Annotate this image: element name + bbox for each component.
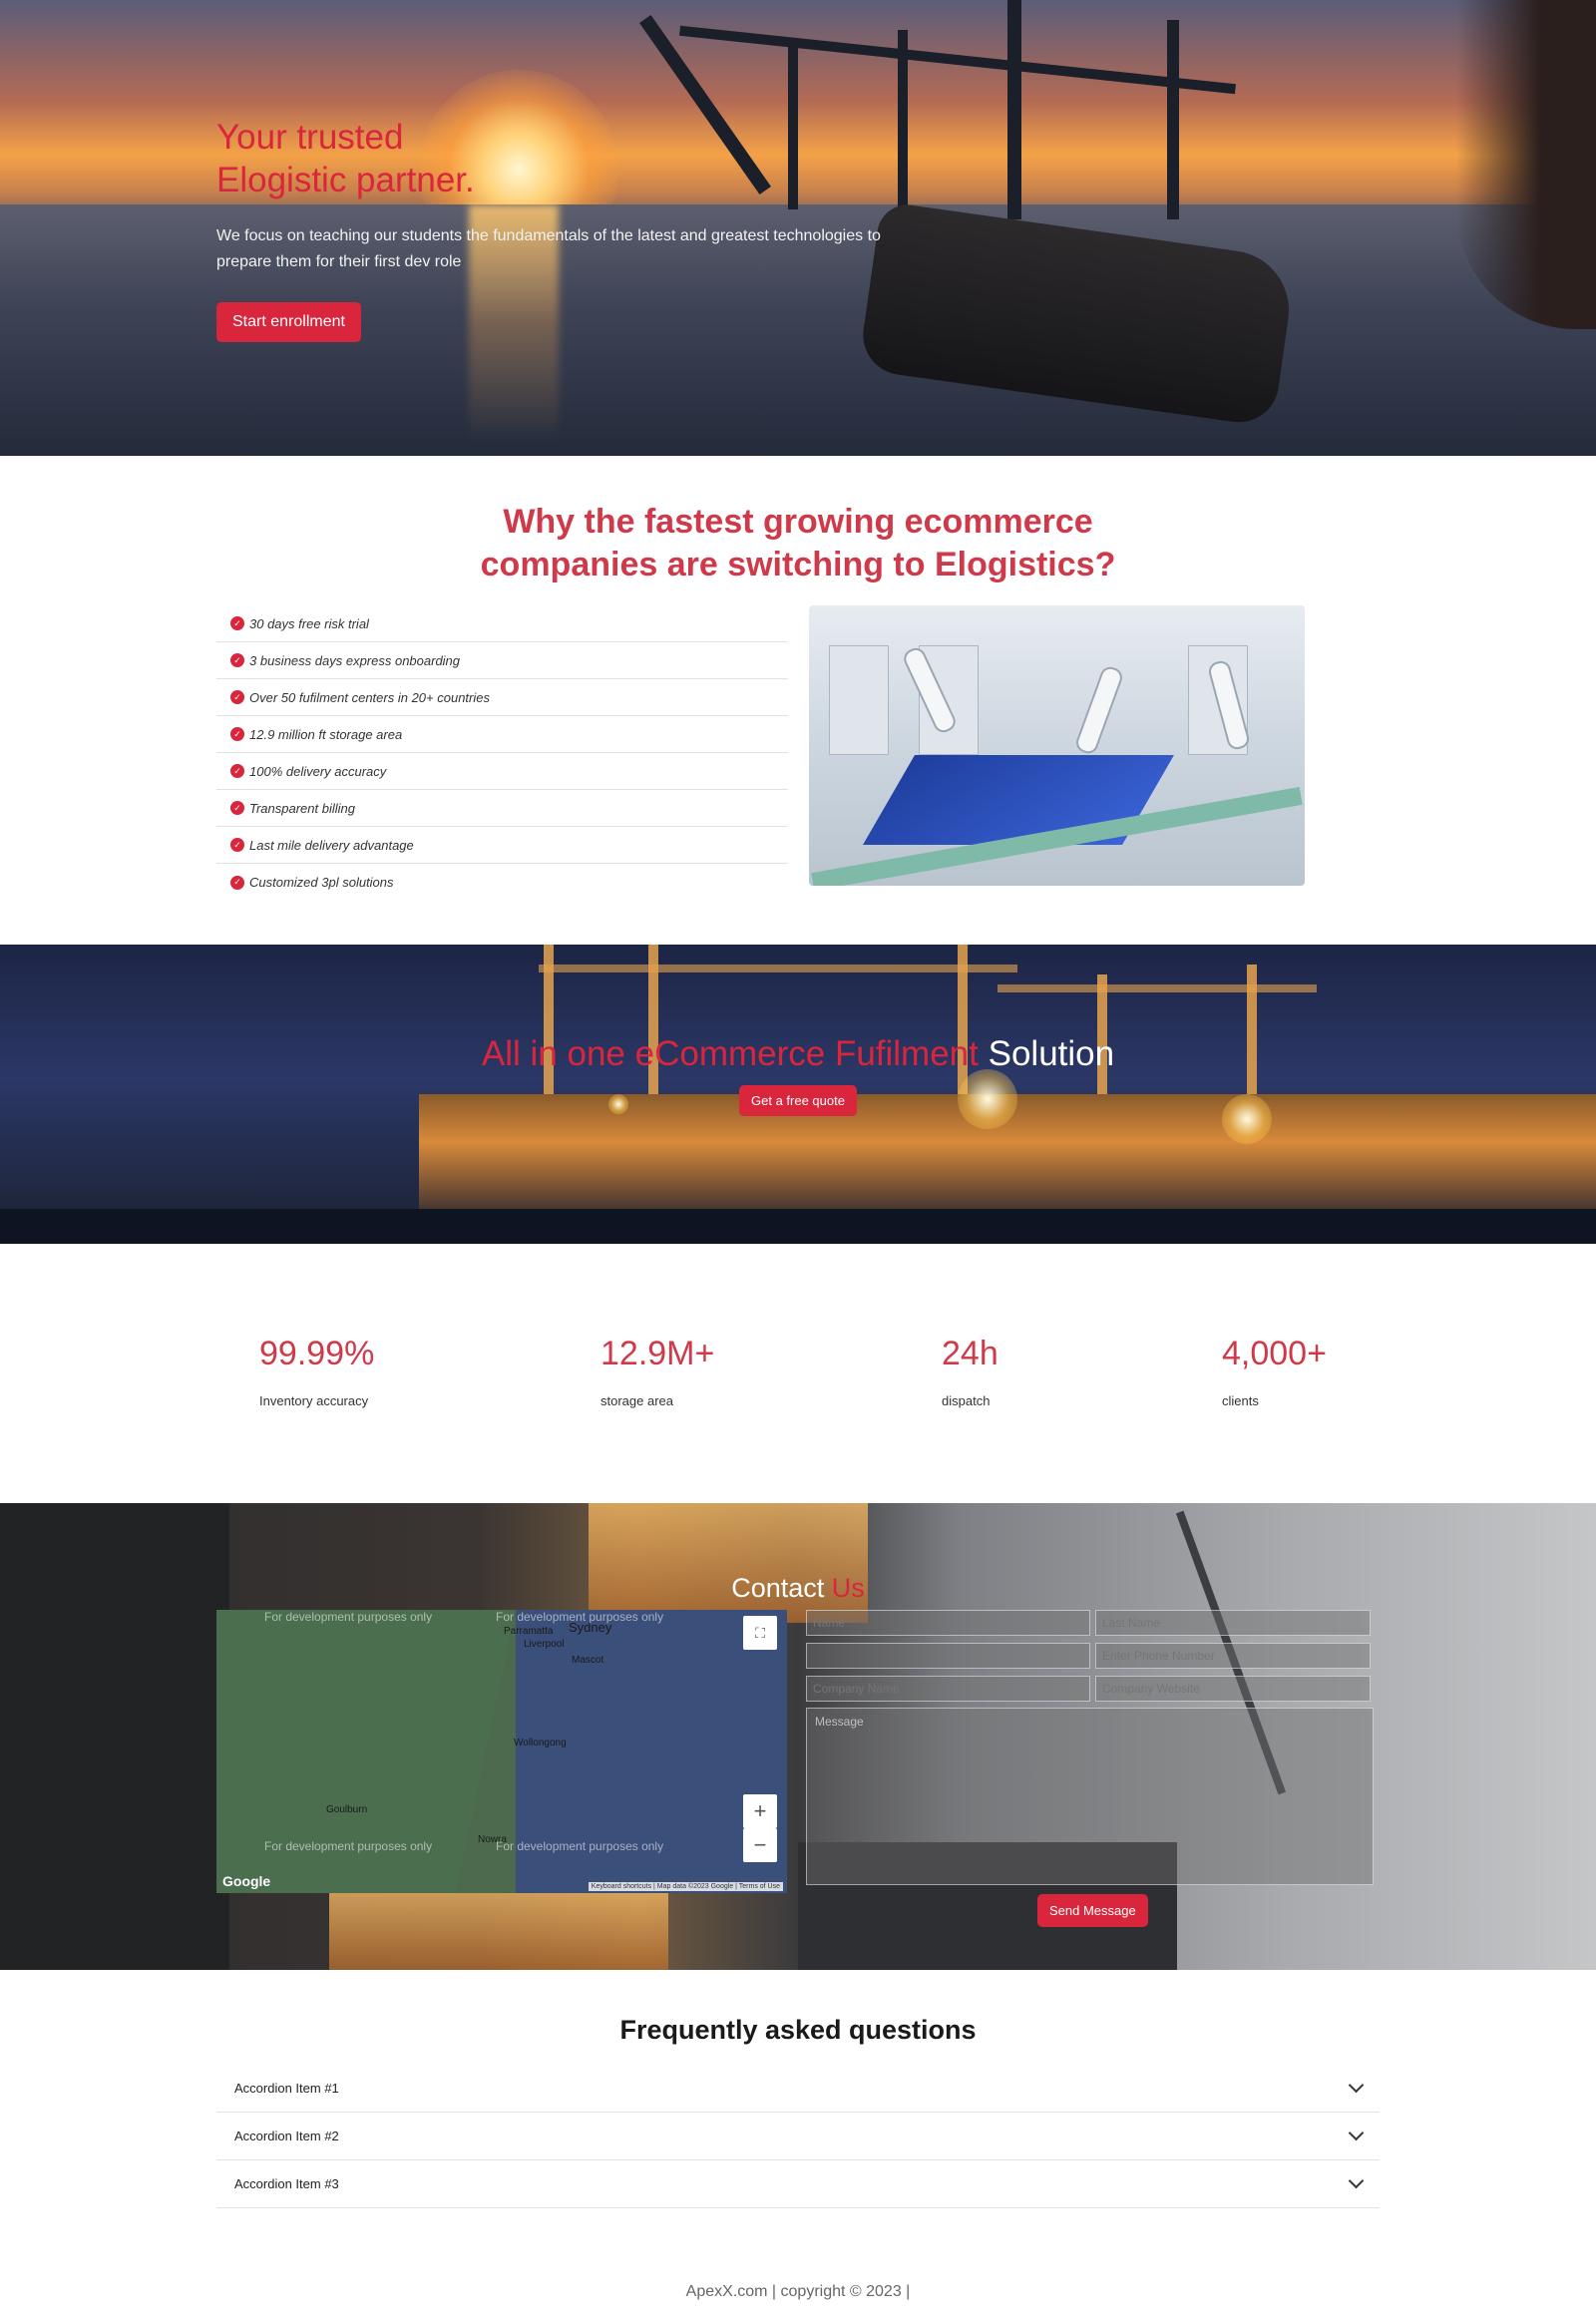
page: Your trusted Elogistic partner. We focus… <box>0 0 1596 2323</box>
map-attribution[interactable]: Keyboard shortcuts | Map data ©2023 Goog… <box>588 1882 783 1891</box>
check-circle-icon: ✓ <box>230 838 244 852</box>
contact-section: Contact Us For development purposes only… <box>0 1503 1596 1970</box>
banner-section: All in one eCommerce Fufilment Solution … <box>0 945 1596 1244</box>
last-name-field[interactable] <box>1095 1610 1371 1636</box>
fullscreen-icon[interactable]: ⛶ <box>743 1616 777 1650</box>
check-circle-icon: ✓ <box>230 801 244 815</box>
map-city-label: Nowra <box>478 1834 507 1845</box>
list-item: ✓ 100% delivery accuracy <box>216 753 788 790</box>
company-name-field[interactable] <box>806 1676 1090 1702</box>
stat-value: 12.9M+ <box>600 1335 715 1372</box>
why-section: Why the fastest growing ecommerce compan… <box>0 456 1596 945</box>
hero-title: Your trusted Elogistic partner. <box>216 118 475 199</box>
crane-image <box>679 25 1236 95</box>
check-circle-icon: ✓ <box>230 727 244 741</box>
map-city-label: Sydney <box>569 1620 612 1635</box>
list-item: ✓ Transparent billing <box>216 790 788 827</box>
email-field[interactable] <box>806 1643 1090 1669</box>
company-website-field[interactable] <box>1095 1676 1371 1702</box>
stat-label: Inventory accuracy <box>259 1393 369 1408</box>
map-dev-notice: For development purposes only <box>264 1610 433 1624</box>
hero-subtitle: We focus on teaching our students the fu… <box>216 227 881 270</box>
accordion-item[interactable]: Accordion Item #2 <box>216 2113 1380 2160</box>
why-title: Why the fastest growing ecommerce compan… <box>480 503 1116 583</box>
crane-image <box>1007 0 1021 219</box>
contact-title: Contact Us <box>731 1573 865 1603</box>
list-item: ✓ 3 business days express onboarding <box>216 642 788 679</box>
send-message-button[interactable]: Send Message <box>1037 1894 1148 1927</box>
check-circle-icon: ✓ <box>230 616 244 630</box>
stats-section: 99.99% Inventory accuracy 12.9M+ storage… <box>0 1244 1596 1503</box>
stat-value: 24h <box>942 1335 998 1372</box>
stat-item: 24h dispatch <box>942 1334 998 1408</box>
stat-label: clients <box>1222 1393 1259 1408</box>
get-free-quote-button[interactable]: Get a free quote <box>739 1085 857 1116</box>
map-city-label: Liverpool <box>524 1639 565 1650</box>
zoom-in-button[interactable]: + <box>743 1794 777 1828</box>
factory-robots-image <box>809 605 1305 886</box>
first-name-field[interactable] <box>806 1610 1090 1636</box>
list-item: ✓ 12.9 million ft storage area <box>216 716 788 753</box>
map-dev-notice: For development purposes only <box>496 1839 664 1853</box>
stat-item: 12.9M+ storage area <box>600 1334 714 1408</box>
features-list: ✓ 30 days free risk trial ✓ 3 business day… <box>216 605 788 901</box>
accordion-item[interactable]: Accordion Item #1 <box>216 2065 1380 2113</box>
chevron-down-icon <box>1348 2125 1365 2141</box>
zoom-out-button[interactable]: − <box>743 1828 777 1862</box>
map-city-label: Mascot <box>572 1655 604 1666</box>
check-circle-icon: ✓ <box>230 875 244 890</box>
banner-content: All in one eCommerce Fufilment Solution … <box>0 1032 1596 1116</box>
stat-item: 99.99% Inventory accuracy <box>259 1334 374 1408</box>
stat-label: dispatch <box>942 1393 991 1408</box>
google-logo: Google <box>222 1873 271 1889</box>
map-city-label: Parramatta <box>504 1626 554 1637</box>
message-field[interactable]: Message <box>806 1708 1374 1885</box>
list-item: ✓ Over 50 fufilment centers in 20+ countr… <box>216 679 788 716</box>
accordion-item[interactable]: Accordion Item #3 <box>216 2160 1380 2208</box>
crane-image <box>1167 20 1179 219</box>
check-circle-icon: ✓ <box>230 690 244 704</box>
list-item: ✓ 30 days free risk trial <box>216 605 788 642</box>
check-circle-icon: ✓ <box>230 653 244 667</box>
google-map[interactable]: For development purposes only For develo… <box>216 1610 787 1893</box>
list-item: ✓ Last mile delivery advantage <box>216 827 788 864</box>
chevron-down-icon <box>1348 2077 1365 2094</box>
faq-title: Frequently asked questions <box>619 2015 977 2045</box>
map-dev-notice: For development purposes only <box>264 1839 433 1853</box>
map-city-label: Goulburn <box>326 1804 368 1815</box>
banner-title: All in one eCommerce Fufilment Solution <box>481 1034 1115 1073</box>
stat-label: storage area <box>600 1393 673 1408</box>
check-circle-icon: ✓ <box>230 764 244 778</box>
phone-field[interactable] <box>1095 1643 1371 1669</box>
stat-value: 4,000+ <box>1222 1335 1327 1372</box>
footer-copyright: ApexX.com | copyright © 2023 | <box>685 2283 911 2300</box>
stat-value: 99.99% <box>259 1335 375 1372</box>
list-item: ✓ Customized 3pl solutions <box>216 864 788 901</box>
chevron-down-icon <box>1348 2172 1365 2189</box>
map-city-label: Wollongong <box>514 1738 567 1748</box>
hero-section: Your trusted Elogistic partner. We focus… <box>0 0 1596 456</box>
start-enrollment-button[interactable]: Start enrollment <box>216 302 361 342</box>
stat-item: 4,000+ clients <box>1222 1334 1327 1408</box>
hero-content: Your trusted Elogistic partner. We focus… <box>216 116 935 342</box>
faq-section: Frequently asked questions Accordion Ite… <box>0 1970 1596 2323</box>
